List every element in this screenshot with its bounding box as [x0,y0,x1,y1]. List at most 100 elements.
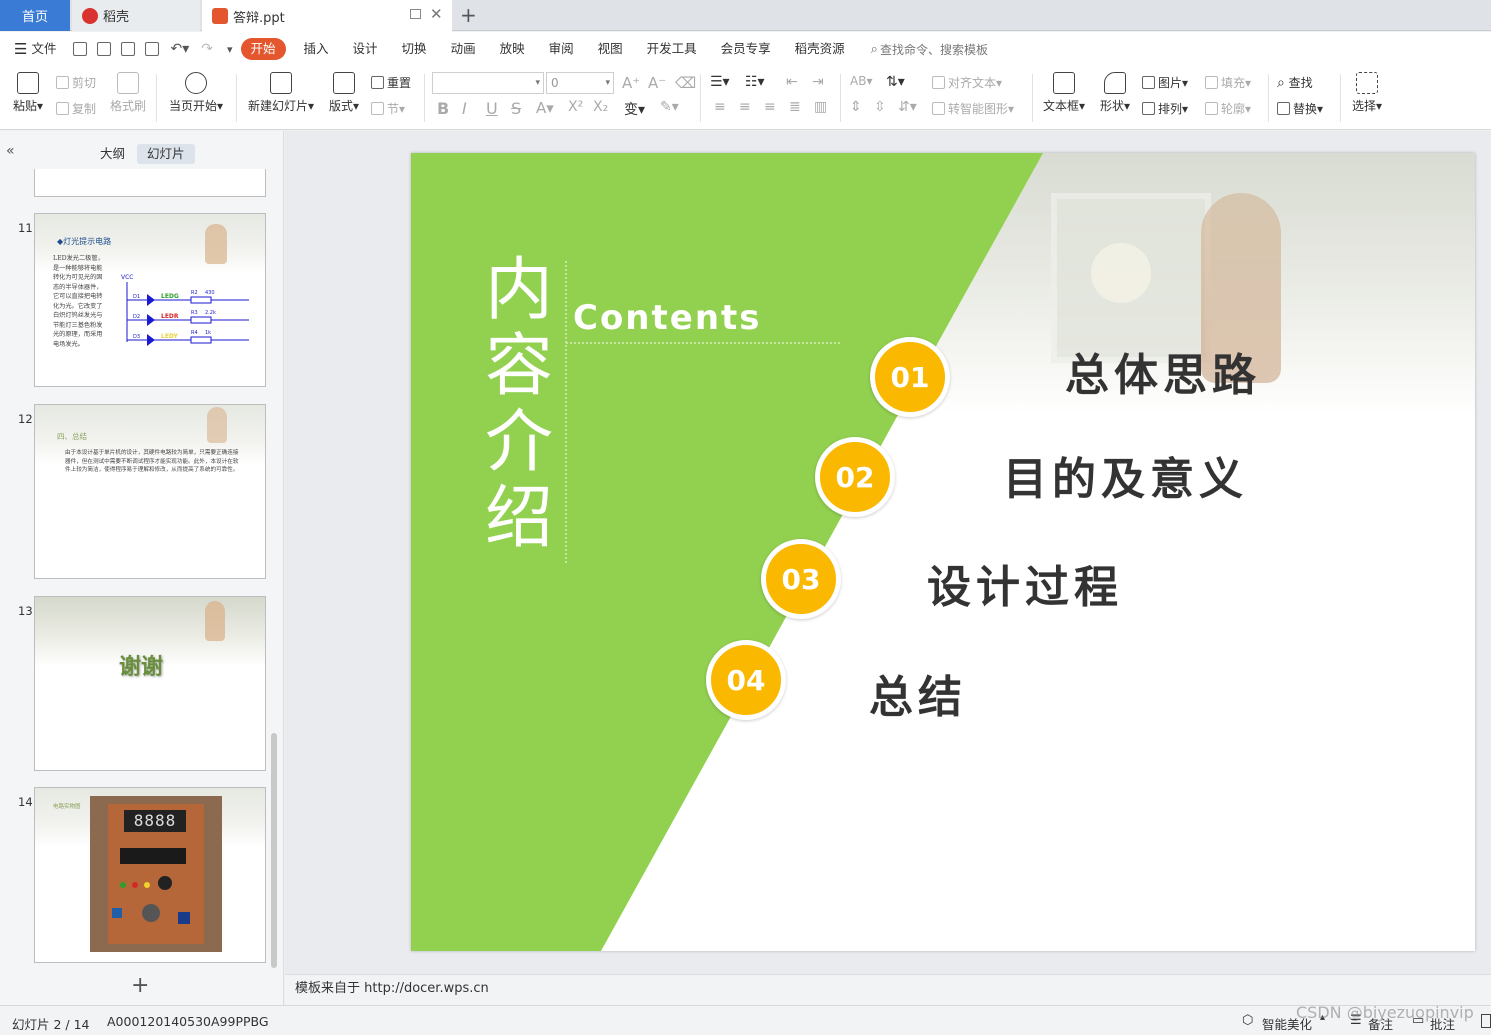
clear-format-icon[interactable]: ⌫ [675,74,696,92]
menu-developer[interactable]: 开发工具 [635,38,709,60]
save-icon[interactable] [73,42,88,56]
slide-thumbnail-partial[interactable] [34,169,266,197]
redo-icon[interactable]: ↷ [201,41,213,57]
strikethrough-icon[interactable]: S [511,99,521,118]
close-icon[interactable]: ✕ [430,5,443,23]
picture-button[interactable]: 图片▾ [1142,74,1188,91]
align-left-icon[interactable]: ≡ [714,99,726,115]
line-spacing-icon[interactable]: ⇕ [850,99,862,115]
paste-button[interactable]: 粘贴▾ [10,72,46,114]
smart-shape-button[interactable]: 转智能图形▾ [932,100,1014,117]
tab-slides[interactable]: 幻灯片 [137,144,195,164]
print-preview-icon[interactable] [145,42,160,56]
distribute-icon[interactable]: ▥ [814,99,827,115]
font-size-select[interactable]: 0 ▾ [546,72,614,94]
menu-member[interactable]: 会员专享 [709,38,783,60]
slide-title-english[interactable]: Contents [573,298,762,338]
hamburger-icon[interactable]: ☰ [14,40,27,58]
subscript-icon[interactable]: X₂ [593,99,608,115]
highlight-icon[interactable]: ✎▾ [660,99,679,115]
new-slide-button[interactable]: 新建幻灯片▾ [245,72,317,114]
command-search[interactable]: 查找命令、搜索模板 [880,41,988,58]
cut-button[interactable]: 剪切 [56,74,96,91]
underline-icon[interactable]: U [486,99,498,118]
item-text-04[interactable]: 总结 [869,661,967,725]
menu-animation[interactable]: 动画 [439,38,488,60]
restore-icon[interactable] [410,9,421,19]
phonetic-icon[interactable]: 变▾ [624,99,645,119]
menu-file[interactable]: 文件 [27,38,68,60]
align-center-icon[interactable]: ≡ [739,99,751,115]
copy-button[interactable]: 复制 [56,100,96,117]
menu-view[interactable]: 视图 [586,38,635,60]
from-current-button[interactable]: 当页开始▾ [166,72,226,114]
replace-button[interactable]: 替换▾ [1277,100,1323,117]
item-text-03[interactable]: 设计过程 [927,551,1123,615]
font-color-icon[interactable]: A▾ [536,99,554,117]
menu-insert[interactable]: 插入 [292,38,341,60]
align-text-button[interactable]: 对齐文本▾ [932,74,1002,91]
slide-thumbnail-14[interactable]: 电路实物图 8888 [34,787,266,963]
section-button[interactable]: 节▾ [371,100,405,117]
layout-button[interactable]: 版式▾ [326,72,362,114]
slide-title-chinese[interactable]: 内容介绍 [485,253,557,557]
tab-home[interactable]: 首页 [0,0,70,31]
slide-thumbnail-12[interactable]: 四、总结 由于本设计基于单片机的设计，其硬件电路较为简单，只需要正确连接器件，但… [34,404,266,579]
align-right-icon[interactable]: ≡ [764,99,776,115]
slide-thumbnail-13[interactable]: 谢谢 [34,596,266,771]
item-number-03[interactable]: 03 [761,539,841,619]
menu-home[interactable]: 开始 [240,38,286,60]
textbox-button[interactable]: 文本框▾ [1040,72,1088,114]
fill-button[interactable]: 填充▾ [1205,74,1251,91]
shape-button[interactable]: 形状▾ [1096,72,1134,114]
item-number-01[interactable]: 01 [870,337,950,417]
menu-review[interactable]: 审阅 [537,38,586,60]
italic-icon[interactable]: I [462,99,467,118]
slide-thumbnail-11[interactable]: ◆灯光提示电路 LED发光二极管，是一种能够将电能转化为可见光的固态的半导体器件… [34,213,266,387]
menu-design[interactable]: 设计 [341,38,390,60]
arrange-button[interactable]: 排列▾ [1142,100,1188,117]
spacing-options-icon[interactable]: ⇵▾ [898,99,917,115]
export-icon[interactable] [97,42,112,56]
label-r4: R4 [191,330,198,336]
reset-button[interactable]: 重置 [371,74,411,91]
item-number-04[interactable]: 04 [706,640,786,720]
font-name-select[interactable]: ▾ [432,72,544,94]
item-text-02[interactable]: 目的及意义 [1003,443,1248,507]
customize-arrow-icon[interactable]: ▾ [227,43,233,56]
item-number-02[interactable]: 02 [815,437,895,517]
tab-daoke[interactable]: 稻壳 [72,0,200,31]
menu-daoke-resources[interactable]: 稻壳资源 [783,38,857,60]
current-slide[interactable]: 内容介绍 Contents 01 总体思路 02 目的及意义 03 设计过程 0… [411,153,1475,951]
item-text-01[interactable]: 总体思路 [1065,339,1261,403]
select-button[interactable]: 选择▾ [1348,72,1386,114]
decrease-font-icon[interactable]: A⁻ [648,74,666,92]
sort-icon[interactable]: ⇅▾ [886,74,905,90]
bullet-list-icon[interactable]: ☰▾ [710,74,730,90]
para-spacing-icon[interactable]: ⇳ [874,99,886,115]
text-direction-icon[interactable]: AB▾ [850,74,872,88]
speaker-notes[interactable]: 模板来自于 http://docer.wps.cn [285,974,1491,1005]
justify-icon[interactable]: ≣ [789,99,801,115]
print-icon[interactable] [121,42,136,56]
undo-icon[interactable]: ↶▾ [170,41,189,57]
collapse-panel-icon[interactable]: « [6,143,15,159]
copy-label: 复制 [72,102,97,116]
menu-slideshow[interactable]: 放映 [488,38,537,60]
thumbnail-scrollbar[interactable] [271,733,277,968]
increase-indent-icon[interactable]: ⇥ [812,74,824,90]
new-tab-plus-icon[interactable]: + [460,3,477,27]
numbered-list-icon[interactable]: ☷▾ [745,74,765,90]
add-slide-plus-icon[interactable]: + [131,973,149,998]
superscript-icon[interactable]: X² [568,99,583,115]
view-toggle-icon[interactable] [1481,1014,1491,1028]
increase-font-icon[interactable]: A⁺ [622,74,640,92]
find-button[interactable]: ⌕ 查找 [1277,74,1313,91]
bold-icon[interactable]: B [437,99,449,118]
outline-button[interactable]: 轮廓▾ [1205,100,1251,117]
tab-document[interactable]: 答辩.ppt ✕ [202,0,452,32]
format-painter-button[interactable]: 格式刷 [108,72,148,114]
menu-transition[interactable]: 切换 [390,38,439,60]
decrease-indent-icon[interactable]: ⇤ [786,74,798,90]
tab-outline[interactable]: 大纲 [90,144,135,164]
